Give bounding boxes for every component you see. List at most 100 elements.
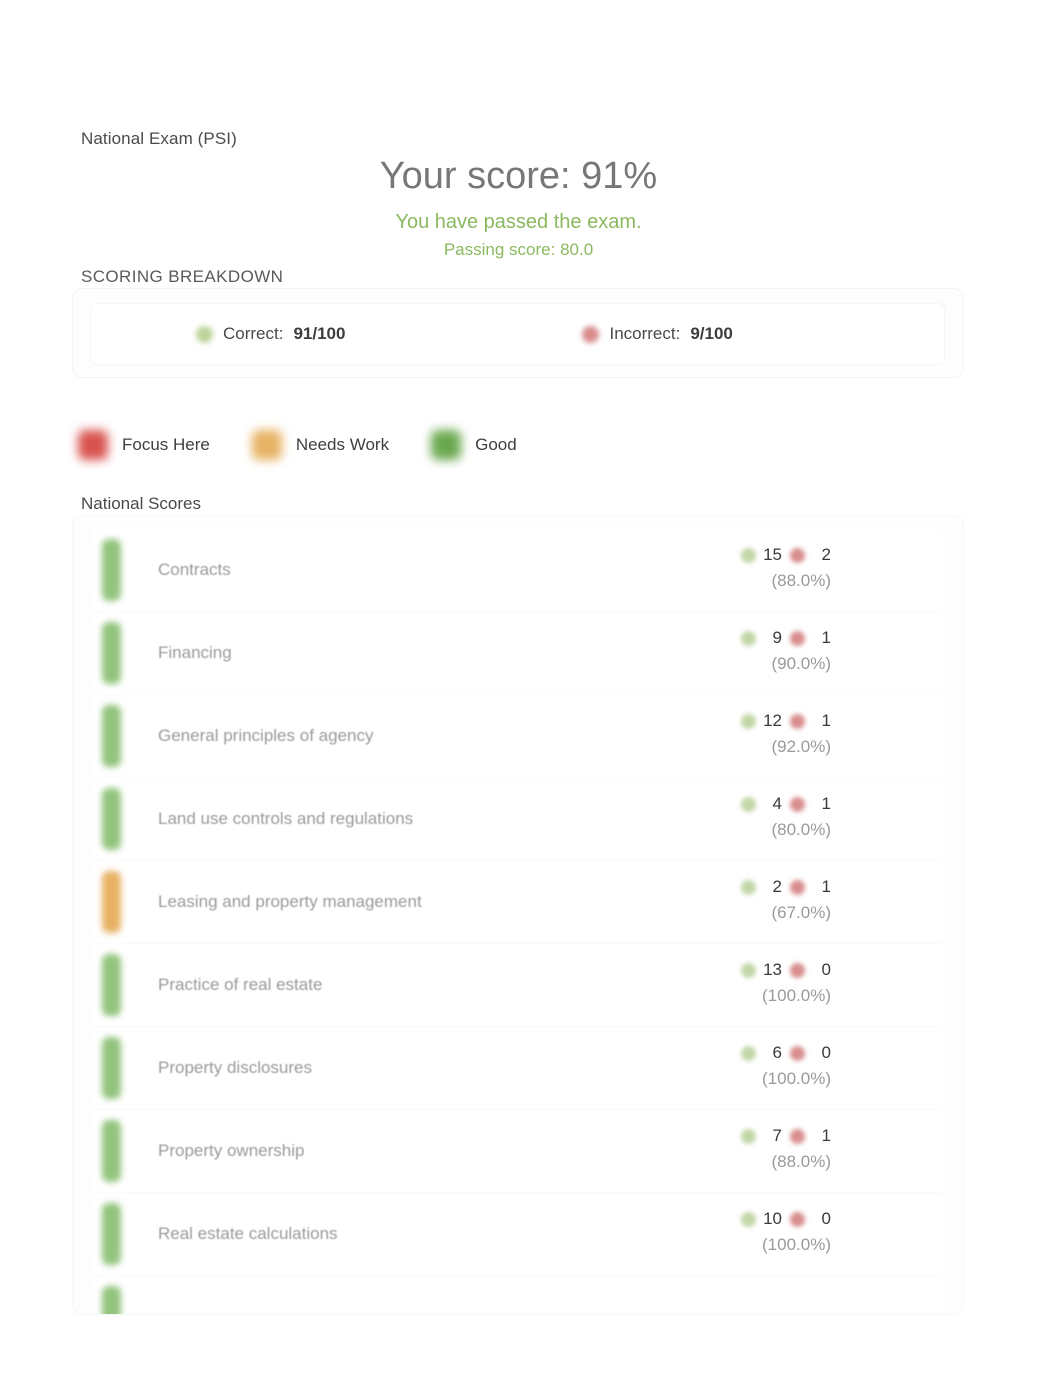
topic-label: Leasing and property management [158,892,422,911]
counts-group: 12 1 [741,711,831,731]
topic-label: Real estate calculations [158,1224,338,1243]
incorrect-count: 1 [821,628,831,647]
scoring-breakdown-card: Correct: 91/100 Incorrect: 9/100 [72,288,964,378]
incorrect-count: 1 [821,794,831,813]
status-bar-icon [102,1286,121,1314]
correct-count: 2 [772,877,782,896]
percent-value: (100.0%) [762,1235,831,1254]
incorrect-value: 9/100 [690,324,733,343]
status-bar-icon [102,1037,121,1099]
incorrect-count-group: 0 [790,1209,831,1229]
x-circle-icon [790,1128,805,1144]
table-row[interactable]: Property ownership 7 1 (88.0%) [93,1110,943,1193]
row-stats: 9 1 (90.0%) [629,622,859,684]
national-scores-card: Contracts 15 2 (88.0%) Financing 9 1 (90.0%) Gen… [72,515,964,1315]
x-circle-icon [790,713,805,729]
x-circle-icon [790,547,805,563]
percent-value: (100.0%) [762,1069,831,1088]
incorrect-count-group: 0 [790,960,831,980]
national-scores-list: Contracts 15 2 (88.0%) Financing 9 1 (90.0%) Gen… [93,529,943,1314]
check-circle-icon [741,796,756,812]
incorrect-count-group: 1 [790,877,831,897]
incorrect-count: 1 [821,1126,831,1145]
incorrect-count-group: 1 [790,711,831,731]
x-circle-icon [790,1045,805,1061]
row-stats: 12 1 (92.0%) [629,705,859,767]
row-stats: 7 1 (88.0%) [629,1120,859,1182]
legend-item-good: Good [431,430,517,460]
legend-label: Focus Here [122,435,210,454]
check-circle-icon [741,962,756,978]
focus-here-swatch-icon [78,430,108,460]
page-title: Your score: 91% [379,155,658,197]
table-row-partial[interactable] [93,1276,943,1314]
results-page: National Exam (PSI) Your score: 91% You … [0,0,1062,1377]
legend-item-needs-work: Needs Work [251,430,390,460]
counts-group: 41 [741,794,831,814]
counts-group: 71 [741,1126,831,1146]
topic-label: Practice of real estate [158,975,323,994]
legend-item-focus-here: Focus Here [78,430,210,460]
row-stats: 2 1 (67.0%) [629,871,859,933]
x-circle-icon [790,630,805,646]
row-stats: 13 0 (100.0%) [629,954,859,1016]
correct-label: Correct: [223,324,284,343]
check-circle-icon [741,713,756,729]
legend-label: Needs Work [295,435,390,454]
correct-count: 10 [763,1209,782,1228]
status-bar-icon [102,1203,121,1265]
incorrect-count: 0 [821,1043,831,1062]
row-stats: 10 0 (100.0%) [629,1203,859,1265]
topic-label: Contracts [158,560,231,579]
table-row[interactable]: Financing 9 1 (90.0%) [93,612,943,695]
incorrect-count: 0 [821,960,831,979]
percent-value: (90.0%) [771,654,831,673]
correct-count-group: 2 [741,877,782,897]
check-circle-icon [741,1045,756,1061]
x-circle-icon [582,325,600,343]
counts-group: 15 2 [741,545,831,565]
check-circle-icon [741,1128,756,1144]
correct-count: 12 [763,711,782,730]
percent-value: (88.0%) [771,1152,831,1171]
correct-count-group: 13 [741,960,782,980]
incorrect-count: 2 [821,545,831,564]
table-row[interactable]: Practice of real estate 13 0 (100.0%) [93,944,943,1027]
correct-count-group: 12 [741,711,782,731]
table-row[interactable]: Real estate calculations 10 0 (100.0%) [93,1193,943,1276]
table-row[interactable]: Leasing and property management 2 1 (67.0%) [93,861,943,944]
table-row[interactable]: General principles of agency 12 1 (92.0%) [93,695,943,778]
correct-value: 91/100 [293,324,346,343]
incorrect-count-group: 0 [790,1043,831,1063]
counts-group: 91 [741,628,831,648]
counts-group: 10 0 [741,1209,831,1229]
correct-count-group: 7 [741,1126,782,1146]
incorrect-count: 0 [821,1209,831,1228]
counts-group: 60 [741,1043,831,1063]
correct-count: 7 [772,1126,782,1145]
check-circle-icon [741,1211,756,1227]
table-row[interactable]: Land use controls and regulations 4 1 (80.0… [93,778,943,861]
counts-group: 21 [741,877,831,897]
percent-value: (92.0%) [771,737,831,756]
percent-value: (88.0%) [771,571,831,590]
incorrect-count-group: 2 [790,545,831,565]
scoring-breakdown-row: Correct: 91/100 Incorrect: 9/100 [90,303,945,365]
correct-count: 4 [772,794,782,813]
pass-message: You have passed the exam. [395,211,642,233]
check-circle-icon [196,325,213,343]
correct-count-group: 6 [741,1043,782,1063]
table-row[interactable]: Property disclosures 6 0 (100.0%) [93,1027,943,1110]
correct-count-group: 10 [741,1209,782,1229]
counts-group: 13 0 [741,960,831,980]
incorrect-count-group: 1 [790,794,831,814]
correct-count-group: 15 [741,545,782,565]
passing-score: Passing score: 80.0 [443,240,594,259]
topic-label: Property disclosures [158,1058,313,1077]
table-row[interactable]: Contracts 15 2 (88.0%) [93,529,943,612]
status-bar-icon [102,705,121,767]
scoring-breakdown-heading: SCORING BREAKDOWN [81,267,284,286]
topic-label: Financing [158,643,232,662]
row-stats: 15 2 (88.0%) [629,539,859,601]
check-circle-icon [741,630,756,646]
